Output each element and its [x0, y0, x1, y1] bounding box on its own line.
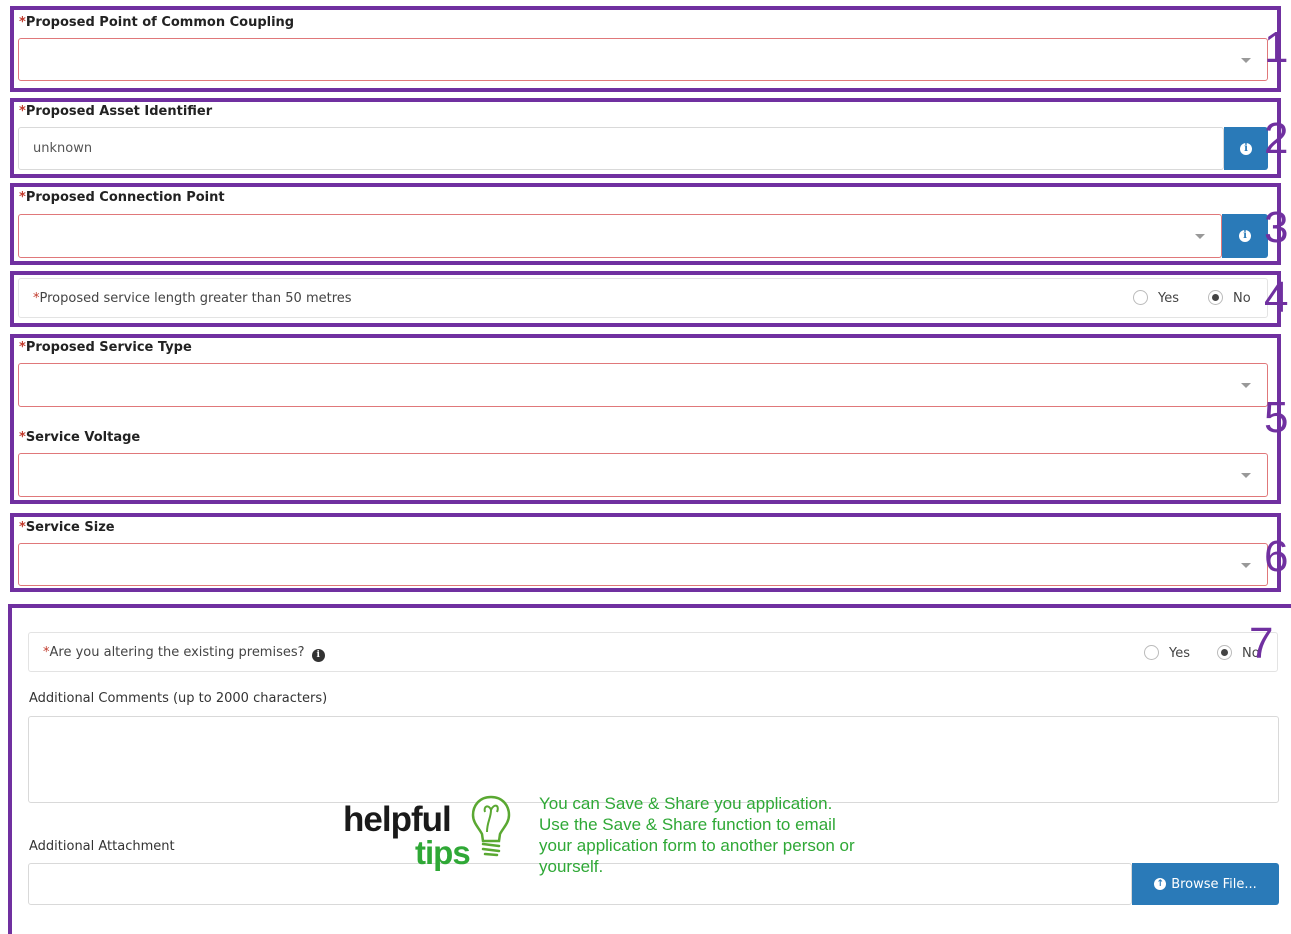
- service-length-yes-radio[interactable]: [1133, 290, 1148, 305]
- service-length-yes-label: Yes: [1158, 291, 1179, 306]
- connection-info-button[interactable]: i: [1222, 214, 1268, 258]
- altering-yes-label: Yes: [1169, 646, 1190, 661]
- connection-select[interactable]: [18, 214, 1222, 258]
- section-number-7: 7: [1249, 619, 1274, 668]
- altering-row: *Are you altering the existing premises?…: [28, 632, 1278, 672]
- comments-textarea[interactable]: [28, 716, 1279, 803]
- section-number-5: 5: [1264, 393, 1289, 442]
- tip-line: You can Save & Share you application.: [539, 794, 833, 813]
- asset-info-button[interactable]: i: [1224, 127, 1268, 170]
- asset-value: unknown: [33, 141, 93, 156]
- upload-circle-icon: ↑: [1154, 878, 1167, 890]
- asset-input[interactable]: unknown: [18, 127, 1224, 170]
- info-icon: i: [1240, 142, 1252, 155]
- chevron-down-icon: [1241, 383, 1251, 388]
- service-length-no-label: No: [1233, 291, 1251, 306]
- info-circle-icon[interactable]: i: [311, 648, 325, 662]
- service-size-label: *Service Size: [19, 520, 115, 535]
- service-voltage-select[interactable]: [18, 453, 1268, 497]
- altering-no-radio[interactable]: [1217, 645, 1232, 660]
- service-size-select[interactable]: [18, 543, 1268, 586]
- info-icon: i: [1239, 230, 1251, 242]
- lightbulb-icon: [471, 795, 511, 857]
- section-number-1: 1: [1264, 23, 1289, 72]
- tip-line: yourself.: [539, 857, 604, 876]
- comments-label: Additional Comments (up to 2000 characte…: [29, 691, 328, 706]
- tip-line: Use the Save & Share function to email: [539, 815, 836, 834]
- chevron-down-icon: [1241, 563, 1251, 568]
- browse-file-label: Browse File...: [1171, 876, 1257, 892]
- service-type-label: *Proposed Service Type: [19, 340, 192, 355]
- chevron-down-icon: [1241, 58, 1251, 63]
- service-length-question: *Proposed service length greater than 50…: [33, 291, 352, 306]
- asset-label: *Proposed Asset Identifier: [19, 104, 213, 119]
- connection-label: *Proposed Connection Point: [19, 190, 225, 205]
- service-voltage-label: *Service Voltage: [19, 430, 141, 445]
- helpful-tip-text: You can Save & Share you application. Us…: [539, 793, 959, 877]
- chevron-down-icon: [1195, 234, 1205, 239]
- pcc-label: *Proposed Point of Common Coupling: [19, 15, 295, 30]
- tips-word: tips: [415, 834, 471, 871]
- altering-yes-radio[interactable]: [1144, 645, 1159, 660]
- section-number-2: 2: [1264, 114, 1289, 163]
- attachment-label: Additional Attachment: [29, 839, 175, 854]
- section-number-6: 6: [1264, 532, 1289, 581]
- section-number-3: 3: [1264, 203, 1289, 252]
- chevron-down-icon: [1241, 473, 1251, 478]
- altering-question: *Are you altering the existing premises?…: [43, 645, 325, 662]
- section-number-4: 4: [1264, 273, 1289, 322]
- service-length-no-radio[interactable]: [1208, 290, 1223, 305]
- browse-file-button[interactable]: ↑ Browse File...: [1132, 863, 1279, 905]
- service-type-select[interactable]: [18, 363, 1268, 407]
- service-length-row: *Proposed service length greater than 50…: [18, 278, 1268, 318]
- pcc-select[interactable]: [18, 38, 1268, 81]
- helpful-tips-logo: helpful tips: [343, 794, 515, 876]
- tip-line: your application form to another person …: [539, 836, 855, 855]
